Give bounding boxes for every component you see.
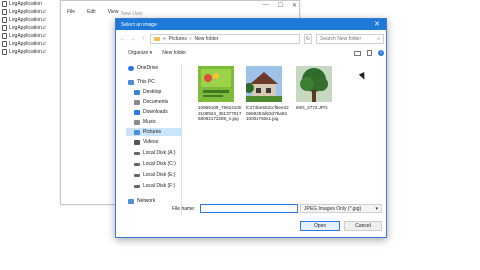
- background-tree: LogApplication LogApplication.c LogAppli…: [0, 0, 62, 60]
- download-icon: [134, 109, 140, 115]
- preview-pane-icon[interactable]: [367, 50, 372, 56]
- video-icon: [134, 139, 140, 145]
- new-folder-button[interactable]: New folder: [162, 50, 186, 56]
- address-bar[interactable]: « Pictures › New folder: [150, 33, 300, 44]
- disk-icon: [134, 162, 140, 166]
- up-arrow-icon[interactable]: ↑: [140, 36, 146, 42]
- image-thumbnail: [198, 66, 234, 102]
- documents-icon: [134, 99, 140, 105]
- file-name-input[interactable]: [200, 204, 298, 213]
- organize-button[interactable]: Organize ▾: [128, 50, 152, 56]
- desktop-icon: [134, 89, 140, 95]
- disk-icon: [134, 184, 140, 188]
- cloud-icon: [128, 65, 134, 71]
- refresh-icon[interactable]: ↻: [304, 33, 312, 44]
- music-icon: [134, 119, 140, 125]
- menu-view[interactable]: View: [108, 9, 119, 15]
- tree-item[interactable]: LogApplication: [2, 0, 42, 8]
- toolbar: Organize ▾ New folder ?: [120, 48, 384, 58]
- file-icon: [2, 49, 7, 55]
- close-icon[interactable]: ✕: [292, 2, 297, 9]
- sidebar-item-onedrive[interactable]: OneDrive: [128, 64, 158, 72]
- menubar: File Edit View: [61, 7, 118, 17]
- dialog-titlebar: Select an image: [116, 19, 386, 30]
- image-thumbnail: [246, 66, 282, 102]
- select-image-dialog: Select an image ✕ ← → ↑ « Pictures › New…: [115, 18, 387, 238]
- chevron-down-icon: ▾: [375, 205, 378, 212]
- sidebar-item-this-pc[interactable]: This PC: [128, 78, 155, 86]
- new-user-title: New User: [121, 11, 143, 17]
- file-icon: [2, 9, 7, 15]
- tree-item[interactable]: LogApplication.c: [2, 24, 46, 32]
- tree-item[interactable]: LogApplication.c: [2, 48, 46, 56]
- file-icon: [2, 25, 7, 31]
- sidebar-item-documents[interactable]: Documents: [134, 98, 168, 106]
- disk-icon: [134, 151, 140, 155]
- breadcrumb-pictures[interactable]: Pictures: [169, 36, 187, 42]
- breadcrumb-new-folder[interactable]: New folder: [195, 36, 219, 42]
- maximize-icon[interactable]: ☐: [278, 2, 283, 9]
- file-name: IMG_2772.JPG: [296, 105, 328, 110]
- file-icon: [2, 41, 7, 47]
- sidebar-item-local-disk-a[interactable]: Local Disk (A:): [134, 149, 176, 157]
- tree-item[interactable]: LogApplication.c: [2, 8, 46, 16]
- forward-arrow-icon[interactable]: →: [130, 36, 136, 42]
- file-list: 10959109_796241003108924_361377917680821…: [186, 64, 382, 214]
- cancel-button[interactable]: Cancel: [344, 221, 382, 231]
- tree-item[interactable]: LogApplication.c: [2, 32, 46, 40]
- search-input[interactable]: Search New folder ⌕: [316, 33, 384, 44]
- sidebar-item-videos[interactable]: Videos: [134, 138, 158, 146]
- search-icon: ⌕: [377, 35, 380, 42]
- minimize-icon[interactable]: —: [263, 2, 269, 9]
- sidebar-item-network[interactable]: Network: [128, 197, 155, 205]
- open-button[interactable]: Open: [300, 221, 340, 231]
- disk-icon: [134, 173, 140, 177]
- help-icon[interactable]: ?: [378, 50, 384, 56]
- menu-file[interactable]: File: [67, 9, 75, 15]
- sidebar-item-local-disk-f[interactable]: Local Disk (F:): [134, 182, 175, 190]
- sidebar-item-music[interactable]: Music: [134, 118, 156, 126]
- sidebar-item-local-disk-e[interactable]: Local Disk (E:): [134, 171, 176, 179]
- sidebar-item-desktop[interactable]: Desktop: [134, 88, 161, 96]
- window-controls: — ☐ ✕: [263, 2, 297, 9]
- file-name: fc274be502ccf5ee420668253db3d79a92.1000x…: [246, 105, 289, 122]
- image-thumbnail: [296, 66, 332, 102]
- computer-icon: [128, 79, 134, 85]
- address-bar-row: ← → ↑ « Pictures › New folder ↻ Search N…: [120, 33, 384, 44]
- file-name-label: File name:: [172, 206, 196, 212]
- file-icon: [2, 1, 7, 7]
- network-icon: [128, 198, 134, 204]
- tree-item[interactable]: LogApplication.c: [2, 40, 46, 48]
- file-icon: [2, 17, 7, 23]
- back-arrow-icon[interactable]: ←: [120, 36, 126, 42]
- dialog-close-icon[interactable]: ✕: [371, 19, 383, 30]
- folder-icon: [154, 36, 160, 41]
- file-icon: [2, 33, 7, 39]
- view-options-icon[interactable]: [354, 50, 361, 56]
- sidebar-item-local-disk-c[interactable]: Local Disk (C:): [134, 160, 176, 168]
- tree-item[interactable]: LogApplication.c: [2, 16, 46, 24]
- dialog-title: Select an image: [121, 21, 157, 28]
- file-type-select[interactable]: JPEG Images Only (*.jpg) ▾: [300, 204, 382, 213]
- menu-edit[interactable]: Edit: [87, 9, 96, 15]
- sidebar-item-downloads[interactable]: Downloads: [134, 108, 168, 116]
- navigation-pane: OneDrive This PC Desktop Documents Downl…: [120, 64, 182, 214]
- sidebar-item-pictures[interactable]: Pictures: [126, 128, 182, 136]
- pictures-icon: [134, 129, 140, 135]
- file-name: 10959109_796241003108924_361377917680821…: [198, 105, 242, 122]
